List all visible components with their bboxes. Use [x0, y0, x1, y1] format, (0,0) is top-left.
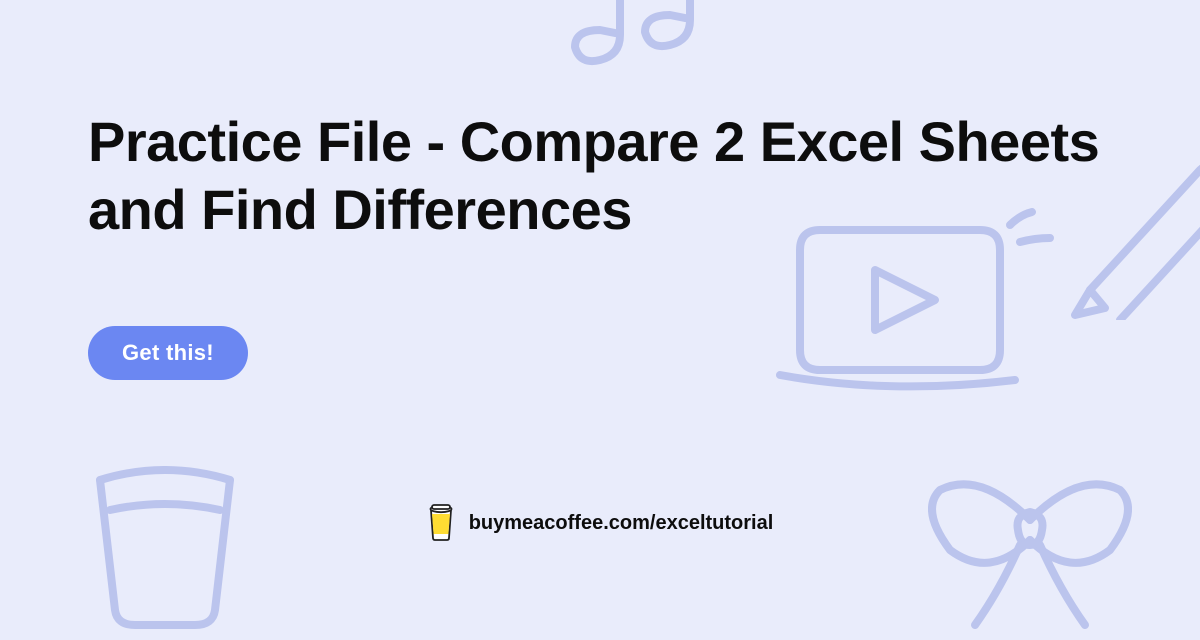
get-this-button[interactable]: Get this!	[88, 326, 248, 380]
music-note-doodle	[560, 0, 760, 90]
footer: buymeacoffee.com/exceltutorial	[0, 504, 1200, 542]
coffee-cup-icon	[427, 504, 455, 542]
footer-url: buymeacoffee.com/exceltutorial	[469, 512, 774, 535]
page-title: Practice File - Compare 2 Excel Sheets a…	[88, 108, 1118, 245]
cta-label: Get this!	[122, 340, 214, 366]
